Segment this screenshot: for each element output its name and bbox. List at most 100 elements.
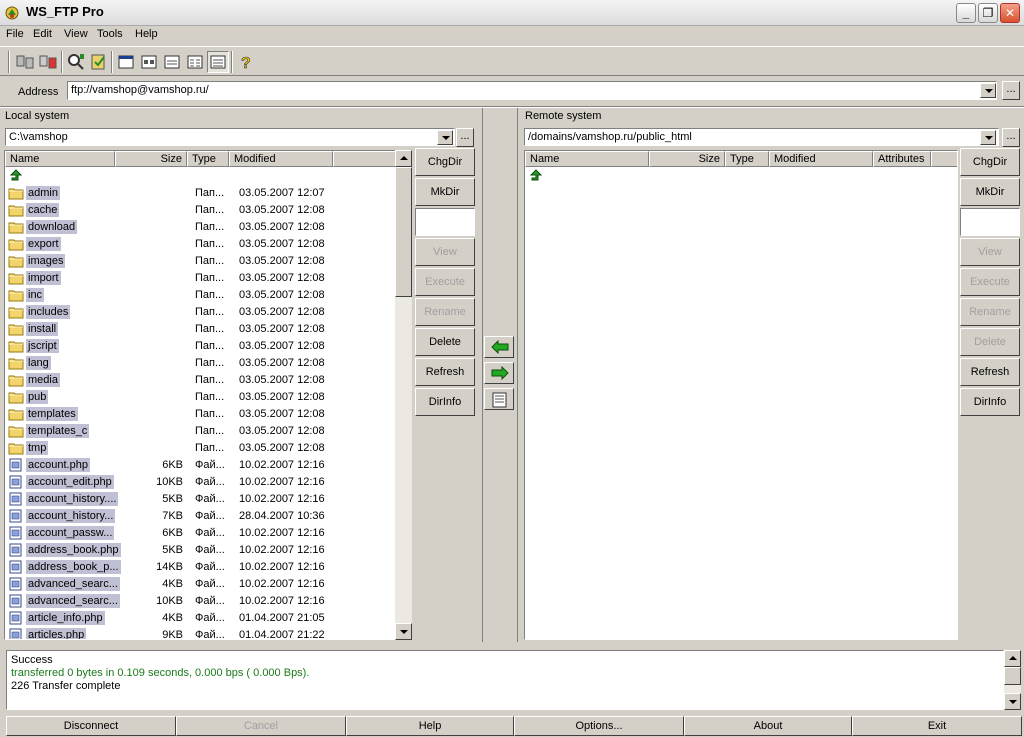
remote-refresh-button[interactable]: Refresh [960, 358, 1020, 386]
local-col-name[interactable]: Name [5, 151, 115, 167]
remote-col-name[interactable]: Name [525, 151, 649, 167]
local-execute-button[interactable]: Execute [415, 268, 475, 296]
local-delete-button[interactable]: Delete [415, 328, 475, 356]
close-button[interactable]: ✕ [1000, 3, 1020, 23]
remote-col-size[interactable]: Size [649, 151, 725, 167]
table-row[interactable]: templates_c Пап... 03.05.2007 12:08 [5, 423, 395, 440]
remote-delete-button[interactable]: Delete [960, 328, 1020, 356]
table-row[interactable]: media Пап... 03.05.2007 12:08 [5, 372, 395, 389]
local-browse-button[interactable]: ... [456, 128, 474, 147]
log-scrollbar[interactable] [1004, 650, 1021, 710]
table-row[interactable]: tmp Пап... 03.05.2007 12:08 [5, 440, 395, 457]
large-icons-view-icon[interactable] [138, 51, 160, 73]
remote-col-modified[interactable]: Modified [769, 151, 873, 167]
options-button[interactable]: Options... [514, 716, 684, 736]
minimize-button[interactable]: _ [956, 3, 976, 23]
local-rename-button[interactable]: Rename [415, 298, 475, 326]
table-row[interactable]: advanced_searc... 4KB Фай... 10.02.2007 12:… [5, 576, 395, 593]
remote-path-field[interactable]: /domains/vamshop.ru/public_html [524, 128, 999, 146]
table-row[interactable]: images Пап... 03.05.2007 12:08 [5, 253, 395, 270]
remote-dirinfo-button[interactable]: DirInfo [960, 388, 1020, 416]
table-row[interactable]: jscript Пап... 03.05.2007 12:08 [5, 338, 395, 355]
remote-execute-button[interactable]: Execute [960, 268, 1020, 296]
connect-icon[interactable] [14, 51, 36, 73]
disconnect-button[interactable]: Disconnect [6, 716, 176, 736]
scroll-down-icon[interactable] [395, 623, 412, 640]
table-row[interactable]: pub Пап... 03.05.2007 12:08 [5, 389, 395, 406]
remote-file-list[interactable]: Name Size Type Modified Attributes [524, 150, 958, 640]
download-arrow-icon[interactable] [484, 336, 514, 358]
list-view-icon[interactable] [184, 51, 206, 73]
local-scrollbar[interactable] [395, 150, 412, 640]
local-col-modified[interactable]: Modified [229, 151, 333, 167]
address-browse-button[interactable]: ... [1002, 81, 1020, 100]
menu-file[interactable]: File [6, 28, 24, 40]
remote-path-dropdown-icon[interactable] [980, 130, 996, 145]
table-row[interactable]: export Пап... 03.05.2007 12:08 [5, 236, 395, 253]
table-row[interactable]: admin Пап... 03.05.2007 12:07 [5, 185, 395, 202]
local-view-button[interactable]: View [415, 238, 475, 266]
table-row[interactable]: address_book_p... 14KB Фай... 10.02.2007 12… [5, 559, 395, 576]
menu-help[interactable]: Help [135, 28, 158, 40]
compare-icon[interactable] [484, 388, 514, 410]
local-mkdir-button[interactable]: MkDir [415, 178, 475, 206]
address-field[interactable]: ftp://vamshop@vamshop.ru/ [67, 81, 997, 100]
remote-col-type[interactable]: Type [725, 151, 769, 167]
table-row[interactable]: articles.php 9KB Фай... 01.04.2007 21:22 [5, 627, 395, 639]
synchronize-icon[interactable] [88, 51, 110, 73]
scroll-up-icon[interactable] [1004, 650, 1021, 667]
local-col-size[interactable]: Size [115, 151, 187, 167]
disconnect-icon[interactable] [37, 51, 59, 73]
properties-icon[interactable] [115, 51, 137, 73]
scroll-up-icon[interactable] [395, 150, 412, 167]
table-row[interactable]: account_history.... 5KB Фай... 10.02.2007 1… [5, 491, 395, 508]
remote-col-attributes[interactable]: Attributes [873, 151, 931, 167]
remote-browse-button[interactable]: ... [1002, 128, 1020, 147]
table-row[interactable]: install Пап... 03.05.2007 12:08 [5, 321, 395, 338]
find-icon[interactable] [65, 51, 87, 73]
local-refresh-button[interactable]: Refresh [415, 358, 475, 386]
menu-tools[interactable]: Tools [97, 28, 123, 40]
scroll-thumb[interactable] [395, 167, 412, 297]
table-row[interactable]: article_info.php 4KB Фай... 01.04.2007 21:0… [5, 610, 395, 627]
table-row[interactable]: account_edit.php 10KB Фай... 10.02.2007 12:… [5, 474, 395, 491]
cancel-button[interactable]: Cancel [176, 716, 346, 736]
restore-button[interactable]: ❐ [978, 3, 998, 23]
remote-mkdir-button[interactable]: MkDir [960, 178, 1020, 206]
local-file-list[interactable]: Name Size Type Modified admin Пап... 03.05… [4, 150, 396, 640]
small-icons-view-icon[interactable] [161, 51, 183, 73]
table-row[interactable]: inc Пап... 03.05.2007 12:08 [5, 287, 395, 304]
scroll-thumb[interactable] [1004, 667, 1021, 685]
local-path-field[interactable]: C:\vamshop [5, 128, 455, 146]
local-chgdir-button[interactable]: ChgDir [415, 148, 475, 176]
exit-button[interactable]: Exit [852, 716, 1022, 736]
local-col-type[interactable]: Type [187, 151, 229, 167]
table-row[interactable]: address_book.php 5KB Фай... 10.02.2007 12:1… [5, 542, 395, 559]
remote-view-button[interactable]: View [960, 238, 1020, 266]
parent-directory-icon[interactable] [9, 169, 23, 183]
local-path-dropdown-icon[interactable] [437, 130, 453, 145]
help-icon[interactable]: ? [235, 51, 257, 73]
table-row[interactable]: advanced_searc... 10KB Фай... 10.02.2007 12… [5, 593, 395, 610]
table-row[interactable]: lang Пап... 03.05.2007 12:08 [5, 355, 395, 372]
remote-rename-button[interactable]: Rename [960, 298, 1020, 326]
help-button[interactable]: Help [346, 716, 514, 736]
menu-edit[interactable]: Edit [33, 28, 52, 40]
table-row[interactable]: account_history... 7KB Фай... 28.04.2007 10… [5, 508, 395, 525]
details-view-icon[interactable] [207, 51, 229, 73]
about-button[interactable]: About [684, 716, 852, 736]
table-row[interactable]: account_passw... 6KB Фай... 10.02.2007 12:1… [5, 525, 395, 542]
table-row[interactable]: includes Пап... 03.05.2007 12:08 [5, 304, 395, 321]
local-dirinfo-button[interactable]: DirInfo [415, 388, 475, 416]
table-row[interactable]: download Пап... 03.05.2007 12:08 [5, 219, 395, 236]
table-row[interactable]: cache Пап... 03.05.2007 12:08 [5, 202, 395, 219]
local-filter-input[interactable] [415, 208, 475, 236]
upload-arrow-icon[interactable] [484, 362, 514, 384]
remote-chgdir-button[interactable]: ChgDir [960, 148, 1020, 176]
scroll-down-icon[interactable] [1004, 693, 1021, 710]
message-log[interactable]: Success transferred 0 bytes in 0.109 sec… [6, 650, 1004, 710]
menu-view[interactable]: View [64, 28, 88, 40]
table-row[interactable]: import Пап... 03.05.2007 12:08 [5, 270, 395, 287]
table-row[interactable]: account.php 6KB Фай... 10.02.2007 12:16 [5, 457, 395, 474]
address-dropdown-icon[interactable] [980, 83, 996, 98]
